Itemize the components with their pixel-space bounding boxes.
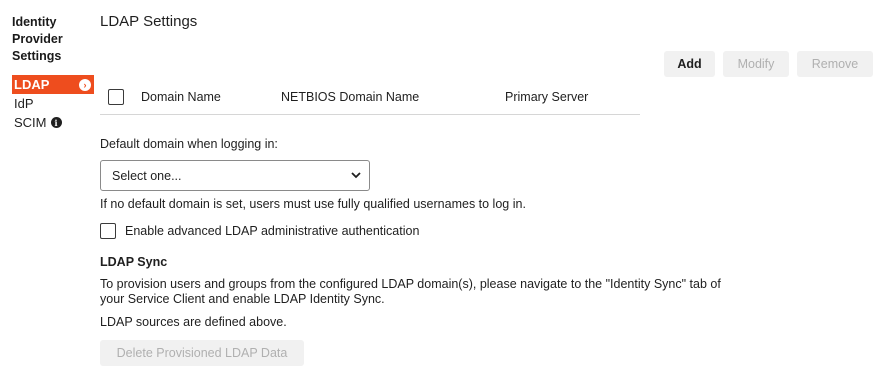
sidebar-item-label: LDAP: [14, 77, 50, 92]
sidebar-item-idp[interactable]: IdP: [12, 94, 94, 113]
column-header-netbios-domain-name[interactable]: NETBIOS Domain Name: [281, 90, 419, 104]
default-domain-help: If no default domain is set, users must …: [100, 197, 526, 211]
ldap-sync-description-line1: To provision users and groups from the c…: [100, 277, 721, 291]
ldap-sources-note: LDAP sources are defined above.: [100, 315, 287, 329]
delete-provisioned-ldap-data-button[interactable]: Delete Provisioned LDAP Data: [100, 340, 304, 366]
sidebar-nav: LDAP › IdP SCIM i: [12, 75, 94, 132]
advanced-auth-label: Enable advanced LDAP administrative auth…: [125, 224, 420, 238]
column-header-domain-name[interactable]: Domain Name: [141, 90, 221, 104]
select-all-checkbox[interactable]: [108, 89, 124, 105]
ldap-sync-description-line2: your Service Client and enable LDAP Iden…: [100, 292, 385, 306]
default-domain-label: Default domain when logging in:: [100, 137, 278, 151]
sidebar-item-label: IdP: [14, 96, 34, 111]
chevron-right-icon: ›: [79, 78, 91, 91]
remove-button[interactable]: Remove: [797, 51, 873, 77]
chevron-down-icon: [351, 172, 361, 179]
add-button[interactable]: Add: [664, 51, 715, 77]
info-icon: i: [50, 117, 62, 128]
domain-table-header: Domain Name NETBIOS Domain Name Primary …: [100, 86, 640, 115]
sidebar-title: Identity Provider Settings: [12, 15, 63, 63]
ldap-sync-title: LDAP Sync: [100, 255, 168, 269]
sidebar-item-ldap[interactable]: LDAP ›: [12, 75, 94, 94]
select-value: Select one...: [112, 168, 182, 183]
default-domain-select[interactable]: Select one...: [100, 160, 370, 191]
sidebar: Identity Provider Settings LDAP › IdP SC…: [12, 14, 94, 132]
sidebar-item-label: SCIM: [14, 115, 47, 130]
modify-button[interactable]: Modify: [723, 51, 789, 77]
sidebar-item-scim[interactable]: SCIM i: [12, 113, 94, 132]
page-title: LDAP Settings: [100, 13, 198, 30]
column-header-primary-server[interactable]: Primary Server: [505, 90, 588, 104]
advanced-auth-checkbox[interactable]: [100, 223, 116, 239]
